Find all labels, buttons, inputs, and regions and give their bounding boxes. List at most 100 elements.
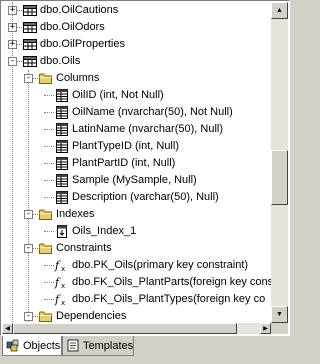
svg-text:f: f	[54, 276, 61, 289]
folder-icon	[38, 71, 54, 86]
scroll-up-button[interactable]: ▲	[271, 2, 288, 19]
tab-bar: Objects Templates	[0, 336, 290, 364]
scroll-down-button[interactable]: ▼	[271, 306, 288, 323]
scroll-thumb[interactable]	[271, 150, 288, 205]
tree-node[interactable]: PlantPartID (int, Null)	[2, 155, 271, 172]
tree-node[interactable]: - Columns	[2, 70, 271, 87]
tab-templates[interactable]: Templates	[62, 336, 134, 356]
tree-branch-line	[44, 95, 54, 96]
tree-branch-line	[44, 129, 54, 130]
tree-node-label: Description (varchar(50), Null)	[72, 191, 219, 203]
tree-node[interactable]: - Constraints	[2, 240, 271, 257]
collapse-button[interactable]: -	[24, 244, 33, 253]
table-icon	[22, 20, 38, 35]
tree-node[interactable]: + dbo.OilProperties	[2, 36, 271, 53]
tree-branch-line	[44, 163, 54, 164]
scrollbar-corner	[271, 323, 288, 334]
index-icon	[54, 224, 70, 239]
tree-branch-line	[44, 180, 54, 181]
scroll-right-button[interactable]: ▶	[260, 323, 271, 334]
tree-node[interactable]: OilID (int, Not Null)	[2, 87, 271, 104]
tree-node[interactable]: f x dbo.FK_Oils_PlantParts(foreign key con…	[2, 274, 271, 291]
tree-node[interactable]: + dbo.OilOdors	[2, 19, 271, 36]
column-icon	[54, 122, 70, 137]
collapse-button[interactable]: -	[24, 312, 33, 321]
tree-node-label: Constraints	[56, 242, 112, 254]
tree-branch-line	[44, 112, 54, 113]
tree-node[interactable]: PlantTypeID (int, Null)	[2, 138, 271, 155]
tree-node[interactable]: Description (varchar(50), Null)	[2, 189, 271, 206]
tree-node-label: Dependencies	[56, 310, 127, 322]
hscroll-thumb[interactable]	[13, 323, 237, 334]
tree-branch-line	[44, 265, 54, 266]
tree-node-label: dbo.FK_Oils_PlantTypes(foreign key co	[72, 293, 266, 305]
folder-icon	[38, 207, 54, 222]
object-tree[interactable]: + dbo.OilCautions + dbo.OilOdors + dbo.OilPro…	[2, 2, 271, 323]
expand-button[interactable]: +	[8, 40, 17, 49]
tree-node[interactable]: LatinName (nvarchar(50), Null)	[2, 121, 271, 138]
objects-icon	[6, 339, 20, 352]
collapse-button[interactable]: -	[8, 57, 17, 66]
tree-node-label: dbo.OilProperties	[40, 38, 125, 50]
tree-node[interactable]: OilName (nvarchar(50), Not Null)	[2, 104, 271, 121]
column-icon	[54, 156, 70, 171]
tree-node[interactable]: - Dependencies	[2, 308, 271, 323]
collapse-button[interactable]: -	[24, 210, 33, 219]
table-icon	[22, 3, 38, 18]
tree-node-label: Columns	[56, 72, 100, 84]
constraint-icon: fx	[54, 292, 70, 307]
table-icon	[22, 37, 38, 52]
tree-node-label: dbo.OilOdors	[40, 21, 105, 33]
tree-node-label: dbo.PK_Oils(primary key constraint)	[72, 259, 249, 271]
tree-node-label: Sample (MySample, Null)	[72, 174, 197, 186]
tree-node[interactable]: f x dbo.PK_Oils(primary key constraint)	[2, 257, 271, 274]
table-icon	[22, 54, 38, 69]
tree-node-label: OilName (nvarchar(50), Not Null)	[72, 106, 233, 118]
svg-text:x: x	[61, 299, 65, 307]
tree-node-label: Indexes	[56, 208, 95, 220]
templates-icon	[66, 339, 80, 352]
collapse-button[interactable]: -	[24, 74, 33, 83]
tree-branch-line	[44, 282, 54, 283]
object-browser-panel: + dbo.OilCautions + dbo.OilOdors + dbo.OilPro…	[0, 0, 290, 336]
vertical-scrollbar[interactable]: ▲ ▼	[271, 2, 288, 323]
tree-node-label: Oils_Index_1	[72, 225, 137, 237]
tree-node-label: PlantPartID (int, Null)	[72, 157, 176, 169]
svg-text:f: f	[54, 259, 61, 272]
column-icon	[54, 88, 70, 103]
horizontal-scrollbar[interactable]: ◀ ▶	[2, 323, 271, 334]
folder-icon	[38, 241, 54, 256]
tree-node[interactable]: - dbo.Oils	[2, 53, 271, 70]
tab-objects-label: Objects	[23, 340, 61, 352]
tree-branch-line	[44, 197, 54, 198]
column-icon	[54, 173, 70, 188]
tree-node[interactable]: - Indexes	[2, 206, 271, 223]
column-icon	[54, 139, 70, 154]
svg-text:x: x	[61, 282, 65, 290]
tree-branch-line	[44, 146, 54, 147]
tree-branch-line	[44, 231, 54, 232]
tree-node[interactable]: + dbo.OilCautions	[2, 2, 271, 19]
svg-text:f: f	[54, 293, 61, 306]
tree-node-label: dbo.OilCautions	[40, 4, 119, 16]
column-icon	[54, 105, 70, 120]
scroll-left-button[interactable]: ◀	[2, 323, 13, 334]
tree-node[interactable]: Oils_Index_1	[2, 223, 271, 240]
tab-objects[interactable]: Objects	[2, 336, 62, 356]
constraint-icon: fx	[54, 258, 70, 273]
svg-text:x: x	[61, 265, 65, 273]
column-icon	[54, 190, 70, 205]
tree-node-label: LatinName (nvarchar(50), Null)	[72, 123, 223, 135]
tree-node-label: PlantTypeID (int, Null)	[72, 140, 179, 152]
constraint-icon: fx	[54, 275, 70, 290]
tree-node[interactable]: f x dbo.FK_Oils_PlantTypes(foreign key co	[2, 291, 271, 308]
folder-icon	[38, 309, 54, 323]
tree-node-label: OilID (int, Not Null)	[72, 89, 164, 101]
tree-node[interactable]: Sample (MySample, Null)	[2, 172, 271, 189]
tree-node-label: dbo.Oils	[40, 55, 81, 67]
expand-button[interactable]: +	[8, 6, 17, 15]
tree-branch-line	[44, 299, 54, 300]
tab-templates-label: Templates	[83, 340, 134, 352]
tree-node-label: dbo.FK_Oils_PlantParts(foreign key cons	[72, 276, 271, 288]
expand-button[interactable]: +	[8, 23, 17, 32]
